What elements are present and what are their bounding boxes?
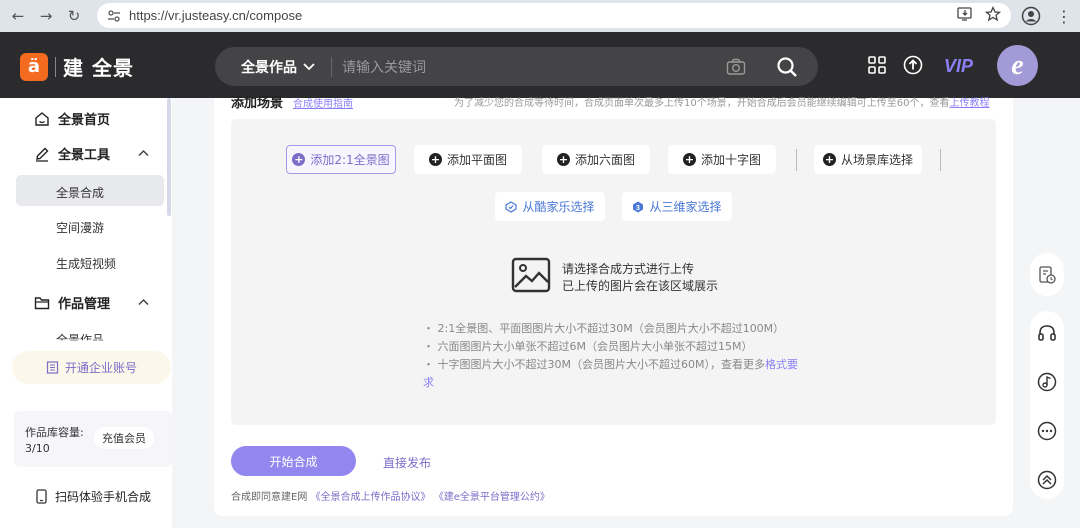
sidebar: 全景首页 全景工具 全景合成 空间漫游 生成短视频 作品管理 全景作品 开通企业…	[0, 98, 172, 528]
chevron-down-icon	[303, 62, 315, 70]
sidebar-item-home[interactable]: 全景首页	[34, 109, 110, 128]
back-icon[interactable]: ←	[8, 6, 28, 26]
guide-link[interactable]: 合成使用指南	[293, 95, 353, 110]
sidebar-item-video[interactable]: 生成短视频	[56, 255, 116, 272]
add-floorplan-button[interactable]: + 添加平面图	[414, 145, 522, 174]
logo-text: 建 全景	[63, 56, 134, 80]
rule-item: ・ 十字图图片大小不超过30M（会员图片大小不超过60M），查看更多格式要求	[423, 358, 798, 389]
grid-icon[interactable]	[867, 55, 887, 75]
from-3vjia-button[interactable]: 3 从三维家选择	[622, 192, 732, 221]
headset-icon[interactable]	[1037, 323, 1057, 343]
search-input[interactable]: 请输入关键词	[342, 57, 818, 77]
sidebar-scrollbar[interactable]	[167, 98, 171, 216]
rule-item: ・ 六面图图片大小单张不超过6M（会员图片大小单张不超过15M）	[423, 340, 753, 353]
plus-circle-icon: +	[556, 153, 570, 166]
from-library-button[interactable]: + 从场景库选择	[814, 145, 922, 174]
sidebar-item-works[interactable]: 作品管理	[34, 293, 110, 312]
add-cubemap-button[interactable]: + 添加六面图	[542, 145, 650, 174]
agreement-link-1[interactable]: 《全景合成上传作品协议》	[311, 492, 431, 503]
divider	[940, 149, 941, 171]
pen-icon	[36, 147, 49, 162]
search-icon[interactable]	[776, 56, 798, 78]
upload-area[interactable]: + 添加2:1全景图 + 添加平面图 + 添加六面图 + 添加十字图 + 从场景…	[231, 119, 996, 425]
back-to-top-icon[interactable]	[1037, 470, 1057, 490]
plus-circle-icon: +	[292, 153, 306, 166]
enterprise-account-button[interactable]: 开通企业账号	[12, 351, 171, 384]
empty-hint-1: 请选择合成方式进行上传	[562, 262, 695, 276]
image-placeholder-icon	[511, 257, 551, 293]
menu-kebab-icon[interactable]: ⋮	[1054, 6, 1074, 26]
section-title: 添加场景	[231, 96, 284, 111]
phone-icon	[36, 489, 47, 504]
chevron-up-icon[interactable]	[138, 149, 149, 157]
empty-hint-2: 已上传的图片会在该区域展示	[562, 279, 719, 293]
float-bar-top	[1030, 253, 1064, 296]
upload-rules: ・ 2:1全景图、平面图图片大小不超过30M（会员图片大小不超过100M） ・ …	[423, 320, 803, 392]
sidebar-item-tools[interactable]: 全景工具	[34, 144, 110, 163]
site-settings-icon[interactable]	[105, 7, 123, 25]
add-equirect-button[interactable]: + 添加2:1全景图	[286, 145, 396, 174]
home-icon	[35, 111, 49, 126]
agreement-text: 合成即同意建E网 《全景合成上传作品协议》 《建e全景平台管理公约》	[231, 492, 550, 503]
agreement-link-2[interactable]: 《建e全景平台管理公约》	[434, 492, 550, 503]
bookmark-star-icon[interactable]	[985, 6, 1001, 22]
tutorial-link[interactable]: 上传教程	[949, 98, 989, 109]
chevron-up-icon[interactable]	[138, 298, 149, 306]
browser-toolbar: ← → ↻ https://vr.justeasy.cn/compose ⋮	[0, 0, 1080, 32]
search-bar: 全景作品 请输入关键词	[215, 47, 818, 86]
kujiale-icon	[505, 200, 518, 213]
recharge-button[interactable]: 充值会员	[94, 427, 154, 449]
camera-icon[interactable]	[726, 57, 746, 77]
publish-button[interactable]: 直接发布	[383, 454, 431, 471]
start-compose-button[interactable]: 开始合成	[231, 446, 356, 476]
document-clock-icon[interactable]	[1037, 265, 1057, 285]
reload-icon[interactable]: ↻	[64, 6, 84, 26]
building-icon	[46, 361, 59, 374]
avatar[interactable]: e	[997, 45, 1038, 86]
upload-icon[interactable]	[903, 55, 923, 75]
plus-circle-icon: +	[682, 153, 696, 166]
music-note-icon[interactable]	[1037, 372, 1057, 392]
from-kujiale-button[interactable]: 从酷家乐选择	[495, 192, 605, 221]
logo-mark-icon: ä	[20, 52, 48, 81]
svg-text:3: 3	[637, 205, 641, 212]
plus-circle-icon: +	[428, 153, 442, 166]
profile-icon[interactable]	[1021, 6, 1041, 26]
sidebar-item-works-list[interactable]: 全景作品	[56, 331, 104, 340]
vip-link[interactable]: VIP	[944, 56, 973, 77]
site-logo[interactable]: ä 建 全景	[20, 52, 134, 81]
site-header: ä 建 全景 全景作品 请输入关键词 VIP e	[0, 32, 1080, 98]
address-bar[interactable]: https://vr.justeasy.cn/compose	[97, 3, 1011, 28]
folder-icon	[34, 296, 50, 309]
divider	[796, 149, 797, 171]
sidebar-item-compose[interactable]: 全景合成	[56, 184, 104, 201]
rule-item: ・ 2:1全景图、平面图图片大小不超过30M（会员图片大小不超过100M）	[423, 322, 785, 335]
storage-label: 作品库容量:	[25, 426, 84, 439]
storage-count: 3/10	[25, 442, 50, 455]
scan-mobile-link[interactable]: 扫码体验手机合成	[36, 488, 151, 505]
forward-icon[interactable]: →	[36, 6, 56, 26]
upload-note: 为了减少您的合成等待时间，合成页面单次最多上传10个场景，开始合成后会员能继续编…	[454, 98, 990, 109]
compose-panel: 添加场景 合成使用指南 为了减少您的合成等待时间，合成页面单次最多上传10个场景…	[214, 95, 1013, 516]
3vjia-icon: 3	[633, 201, 644, 212]
more-icon[interactable]	[1037, 421, 1057, 441]
plus-circle-icon: +	[822, 153, 836, 166]
storage-card: 作品库容量: 3/10 充值会员	[14, 411, 172, 467]
sidebar-item-tour[interactable]: 空间漫游	[56, 219, 104, 236]
add-cross-button[interactable]: + 添加十字图	[668, 145, 776, 174]
url-text[interactable]: https://vr.justeasy.cn/compose	[129, 8, 302, 23]
float-bar	[1030, 311, 1064, 499]
install-app-icon[interactable]	[957, 6, 973, 22]
search-category-select[interactable]: 全景作品	[241, 57, 315, 77]
